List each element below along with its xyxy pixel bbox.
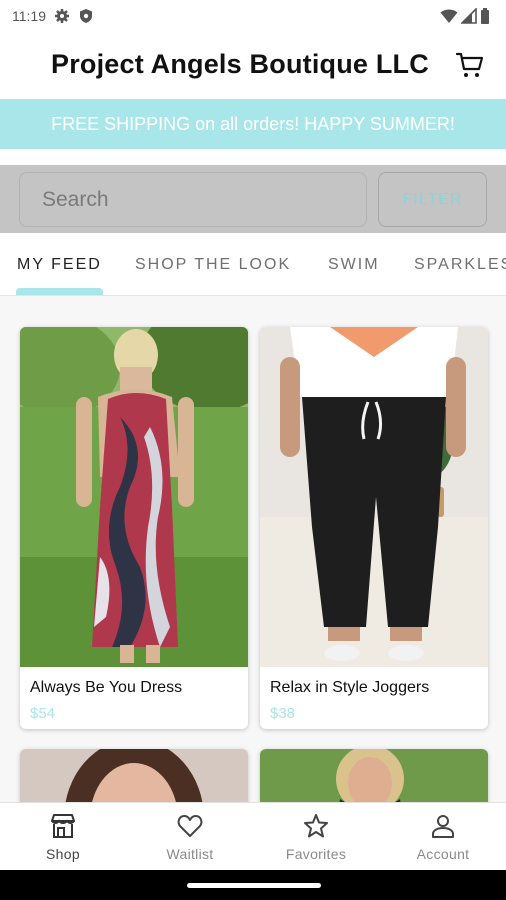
app-header: Project Angels Boutique LLC — [0, 32, 506, 98]
product-image-dress[interactable] — [20, 327, 248, 667]
tab-sparkles[interactable]: SPARKLES — [414, 256, 506, 274]
wifi-icon — [440, 8, 458, 24]
home-gesture-handle[interactable] — [187, 883, 321, 888]
status-bar: 11:19 — [0, 0, 506, 32]
gear-icon — [54, 8, 70, 24]
system-navigation-bar — [0, 870, 506, 900]
product-image[interactable] — [260, 749, 488, 802]
search-input[interactable] — [19, 172, 367, 227]
product-price: $54 — [30, 705, 56, 722]
category-tabs: MY FEED SHOP THE LOOK SWIM SPARKLES — [0, 233, 506, 296]
heart-icon — [177, 815, 203, 837]
signal-icon — [461, 8, 477, 24]
nav-favorites-label: Favorites — [285, 846, 347, 862]
nav-account[interactable]: Account — [380, 803, 506, 871]
bottom-navigation: Shop Waitlist Favorites Account — [0, 802, 506, 870]
filter-button[interactable]: FILTER — [378, 172, 487, 227]
nav-waitlist-label: Waitlist — [166, 846, 214, 862]
store-title: Project Angels Boutique LLC — [51, 49, 429, 79]
star-icon — [304, 814, 328, 838]
product-price: $38 — [270, 705, 296, 722]
person-icon — [432, 815, 454, 838]
product-card[interactable] — [260, 749, 488, 802]
nav-favorites[interactable]: Favorites — [253, 803, 379, 871]
product-name[interactable]: Always Be You Dress — [30, 679, 182, 697]
product-card[interactable]: Relax in Style Joggers $38 — [260, 327, 488, 729]
product-name[interactable]: Relax in Style Joggers — [270, 679, 429, 697]
product-card[interactable]: Always Be You Dress $54 — [20, 327, 248, 729]
nav-account-label: Account — [416, 846, 470, 862]
tab-my-feed[interactable]: MY FEED — [17, 256, 102, 274]
tab-swim[interactable]: SWIM — [328, 256, 380, 274]
nav-shop[interactable]: Shop — [0, 803, 126, 871]
product-card[interactable] — [20, 749, 248, 802]
product-image[interactable] — [20, 749, 248, 802]
battery-icon — [480, 8, 490, 24]
product-feed: Always Be You Dress $54 Relax in Style J… — [0, 296, 506, 802]
nav-waitlist[interactable]: Waitlist — [127, 803, 253, 871]
product-image-joggers[interactable] — [260, 327, 488, 667]
tab-shop-the-look[interactable]: SHOP THE LOOK — [135, 256, 291, 274]
search-bar: FILTER — [0, 165, 506, 233]
shield-icon — [78, 8, 94, 24]
cart-icon[interactable] — [455, 50, 485, 80]
status-time: 11:19 — [12, 8, 46, 24]
active-tab-indicator — [16, 288, 103, 295]
promo-banner[interactable]: FREE SHIPPING on all orders! HAPPY SUMME… — [0, 99, 506, 149]
nav-shop-label: Shop — [46, 846, 80, 862]
store-icon — [51, 814, 75, 838]
